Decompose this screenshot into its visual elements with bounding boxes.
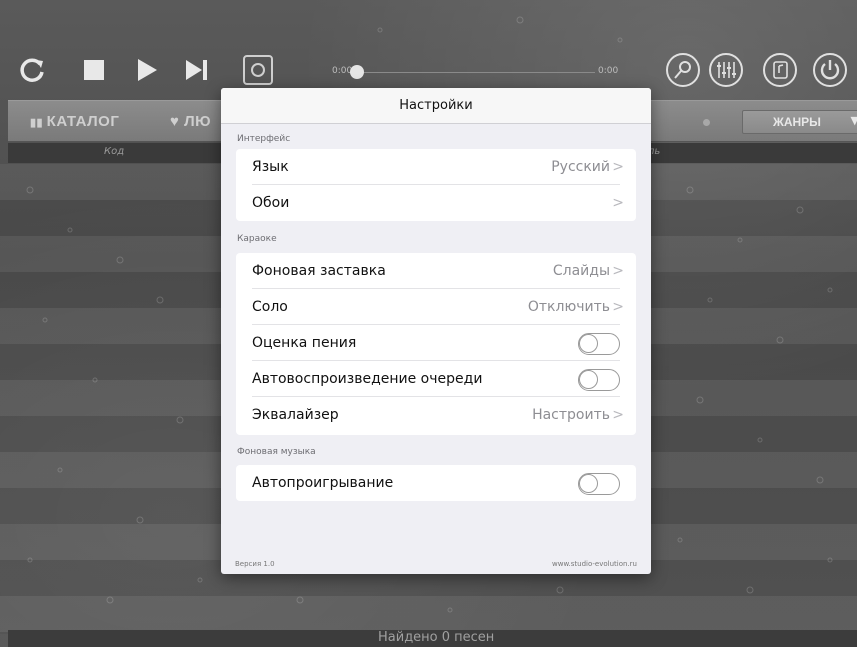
refresh-icon <box>20 58 44 82</box>
progress-knob[interactable] <box>350 65 364 79</box>
section-background-music: Фоновая музыка <box>237 447 316 457</box>
column-code[interactable]: Код <box>104 146 124 157</box>
chevron-right-icon: > <box>612 159 624 175</box>
settings-modal: Настройки Интерфейс Язык Русский > Обои … <box>221 88 651 574</box>
toggle-knob <box>579 334 598 353</box>
equalizer-row[interactable]: Эквалайзер Настроить > <box>236 397 636 433</box>
solo-label: Соло <box>252 299 288 315</box>
microphone-button[interactable] <box>665 52 701 88</box>
singing-score-row: Оценка пения <box>236 325 636 361</box>
screensaver-label: Фоновая заставка <box>252 263 386 279</box>
progress-track[interactable] <box>362 72 595 73</box>
screensaver-row[interactable]: Фоновая заставка Слайды > <box>236 253 636 289</box>
stop-button[interactable] <box>76 52 112 88</box>
power-icon <box>813 53 847 87</box>
language-row[interactable]: Язык Русский > <box>236 149 636 185</box>
chevron-right-icon: > <box>612 195 624 211</box>
toggle-knob <box>579 370 598 389</box>
indicator-dot <box>703 119 710 126</box>
toggle-knob <box>579 474 598 493</box>
tab-favorites[interactable]: ♥ ЛЮ <box>170 113 211 130</box>
solo-row[interactable]: Соло Отключить > <box>236 289 636 325</box>
genres-dropdown[interactable]: ЖАНРЫ ▼ <box>742 110 857 134</box>
queue-autoplay-toggle[interactable] <box>578 369 620 391</box>
status-footer: Найдено 0 песен <box>8 630 857 647</box>
music-note-icon <box>763 53 797 87</box>
queue-autoplay-label: Автовоспроизведение очереди <box>252 371 483 387</box>
section-interface: Интерфейс <box>237 134 291 144</box>
autoplay-toggle[interactable] <box>578 473 620 495</box>
language-label: Язык <box>252 159 289 175</box>
microphone-icon <box>666 53 700 87</box>
catalog-icon: ▮▮ <box>30 117 47 129</box>
singing-score-toggle[interactable] <box>578 333 620 355</box>
time-total: 0:00 <box>598 66 619 76</box>
music-note-button[interactable] <box>762 52 798 88</box>
language-value: Русский <box>551 159 610 175</box>
refresh-button[interactable] <box>14 52 50 88</box>
found-count: Найдено 0 песен <box>378 630 495 645</box>
autoplay-label: Автопроигрывание <box>252 475 394 491</box>
tab-favorites-label: ЛЮ <box>184 113 212 130</box>
chevron-right-icon: > <box>612 263 624 279</box>
tab-catalog-label: КАТАЛОГ <box>46 113 120 130</box>
equalizer-value: Настроить <box>532 407 610 423</box>
power-button[interactable] <box>812 52 848 88</box>
singing-score-label: Оценка пения <box>252 335 357 351</box>
next-button[interactable] <box>178 52 214 88</box>
sliders-icon <box>709 53 743 87</box>
skip-next-icon <box>186 60 207 80</box>
wallpaper-row[interactable]: Обои > <box>236 185 636 221</box>
chevron-down-icon: ▼ <box>850 114 857 127</box>
website-link[interactable]: www.studio-evolution.ru <box>552 560 637 568</box>
autoplay-row: Автопроигрывание <box>236 465 636 501</box>
heart-icon: ♥ <box>170 113 185 130</box>
queue-autoplay-row: Автовоспроизведение очереди <box>236 361 636 397</box>
play-icon <box>138 59 157 81</box>
karaoke-group: Фоновая заставка Слайды > Соло Отключить… <box>236 253 636 435</box>
equalizer-label: Эквалайзер <box>252 407 339 423</box>
solo-value: Отключить <box>527 299 610 315</box>
play-button[interactable] <box>128 52 164 88</box>
tab-catalog[interactable]: ▮▮ КАТАЛОГ <box>30 113 119 130</box>
chevron-right-icon: > <box>612 407 624 423</box>
screensaver-value: Слайды <box>552 263 610 279</box>
version-text: Версия 1.0 <box>235 560 275 568</box>
genres-label: ЖАНРЫ <box>773 115 821 129</box>
record-button[interactable] <box>240 52 276 88</box>
modal-title: Настройки <box>399 98 473 113</box>
stop-icon <box>84 60 104 80</box>
interface-group: Язык Русский > Обои > <box>236 149 636 221</box>
background-music-group: Автопроигрывание <box>236 465 636 501</box>
wallpaper-label: Обои <box>252 195 290 211</box>
equalizer-button[interactable] <box>708 52 744 88</box>
modal-header: Настройки <box>221 88 651 124</box>
record-icon <box>243 55 273 85</box>
section-karaoke: Караоке <box>237 234 277 244</box>
chevron-right-icon: > <box>612 299 624 315</box>
